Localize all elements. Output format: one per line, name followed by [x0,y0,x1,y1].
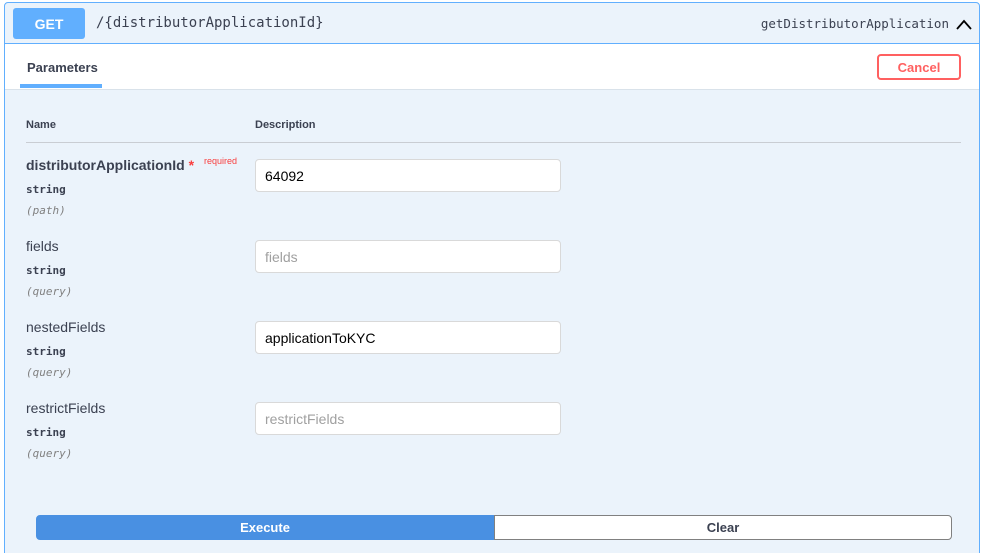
operation-id: getDistributorApplication [760,16,949,31]
param-name-distributorApplicationId: distributorApplicationId * [26,157,194,173]
column-header-name: Name [26,119,56,131]
http-method-badge: GET [13,8,85,39]
cancel-button[interactable]: Cancel [877,54,961,80]
tab-parameters[interactable]: Parameters [27,60,98,75]
distributorApplicationId-input[interactable] [255,159,561,192]
operation-summary[interactable]: GET /{distributorApplicationId} getDistr… [5,3,979,44]
param-name-nestedFields: nestedFields [26,319,106,335]
param-location: (query) [26,366,73,379]
operation-block: GET /{distributorApplicationId} getDistr… [4,2,980,553]
column-header-description: Description [255,119,316,131]
param-type: string [26,426,66,439]
param-type: string [26,345,66,358]
param-name-text: distributorApplicationId [26,157,185,173]
required-label: required [204,156,238,166]
param-name-fields: fields [26,238,59,254]
param-type: string [26,264,66,277]
required-star: * [188,157,195,173]
nestedFields-input[interactable] [255,321,561,354]
param-location: (query) [26,447,73,460]
chevron-up-icon[interactable] [955,17,973,31]
execute-button[interactable]: Execute [36,515,494,540]
param-name-restrictFields: restrictFields [26,400,106,416]
header-divider [26,142,961,143]
param-location: (query) [26,285,73,298]
endpoint-path: /{distributorApplicationId} [96,15,324,31]
param-location: (path) [26,204,66,217]
fields-input[interactable] [255,240,561,273]
active-tab-indicator [20,84,102,88]
restrictFields-input[interactable] [255,402,561,435]
execute-wrapper: Execute Clear [36,515,952,540]
param-type: string [26,183,66,196]
clear-button[interactable]: Clear [494,515,952,540]
parameters-tab-header: Parameters Cancel [5,44,979,90]
